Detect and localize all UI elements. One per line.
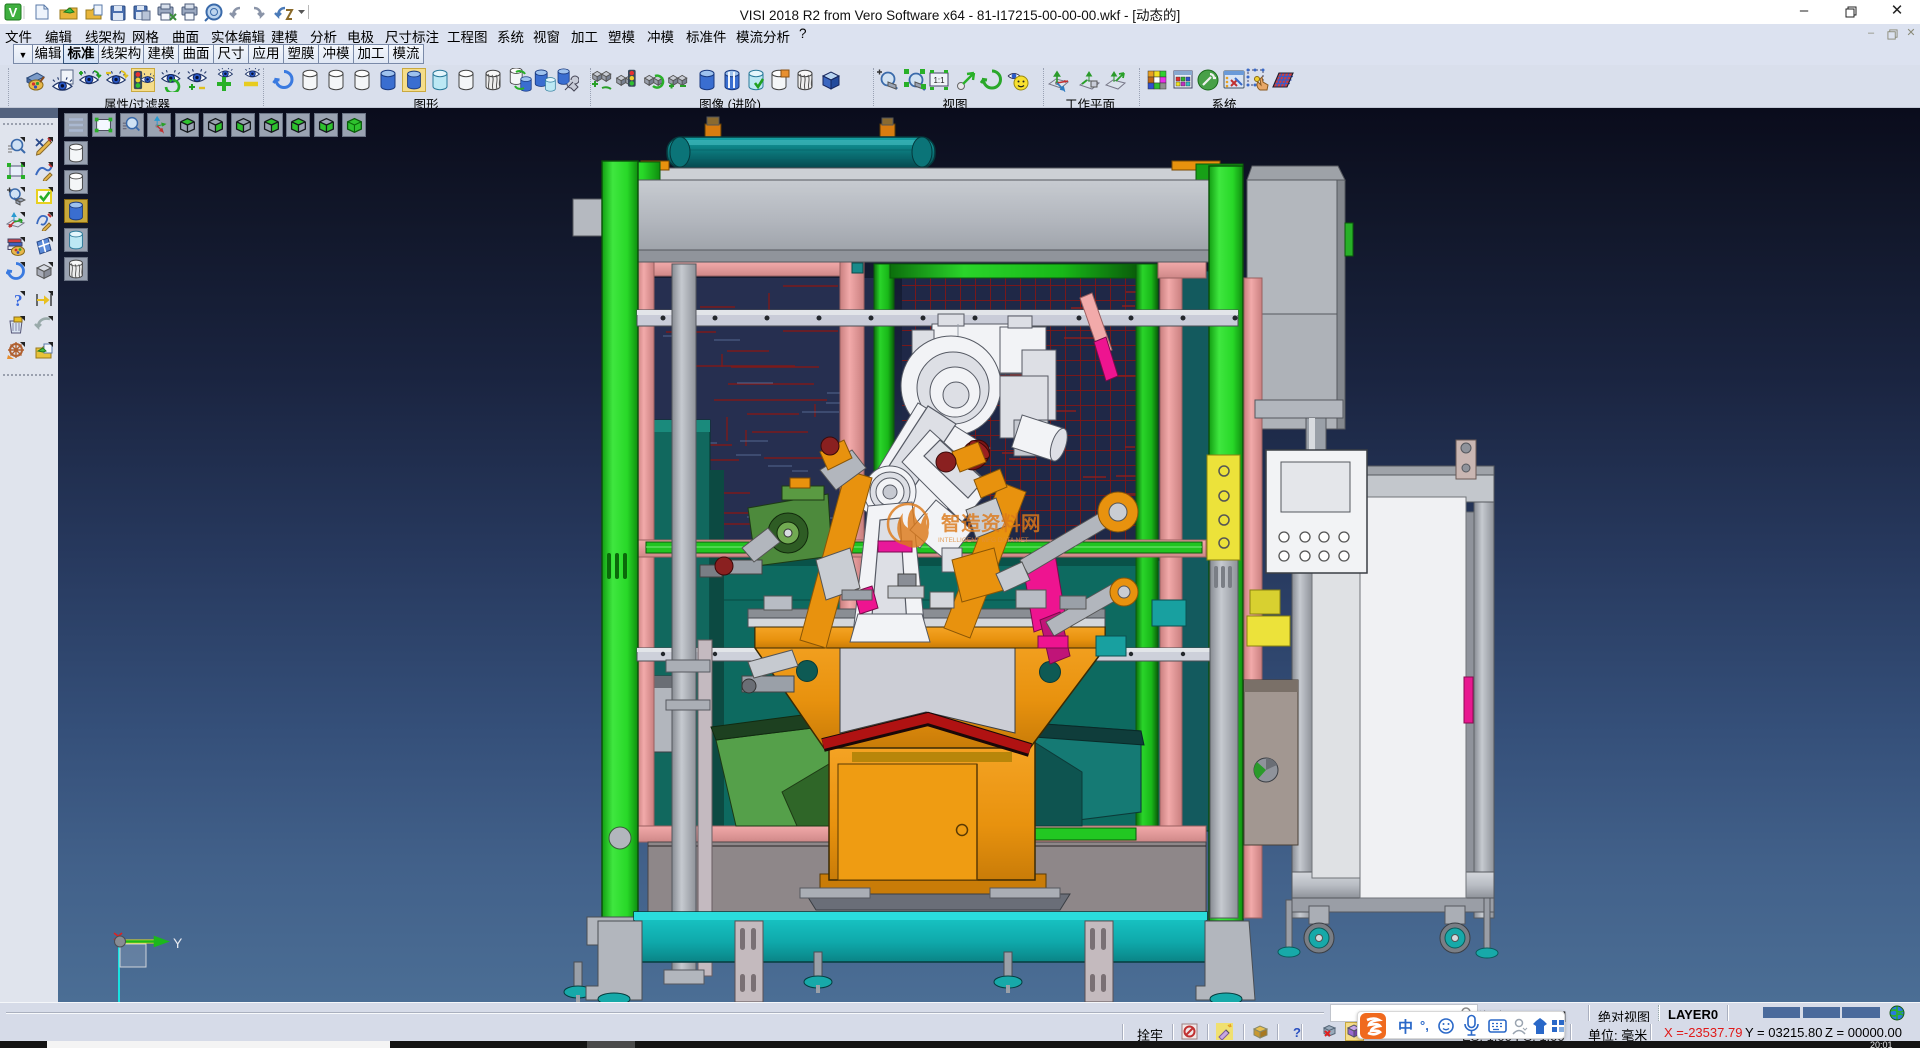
svg-text:°,: °,	[1420, 1018, 1429, 1033]
svg-text:?: ?	[14, 291, 23, 310]
svg-text:1:1: 1:1	[933, 76, 945, 85]
svg-text:INTELLIGENT MFG DATA NET: INTELLIGENT MFG DATA NET	[938, 537, 1029, 544]
svg-text:Y: Y	[173, 935, 183, 951]
svg-text:智造资料网: 智造资料网	[941, 512, 1041, 535]
svg-text:中: 中	[1398, 1018, 1413, 1036]
